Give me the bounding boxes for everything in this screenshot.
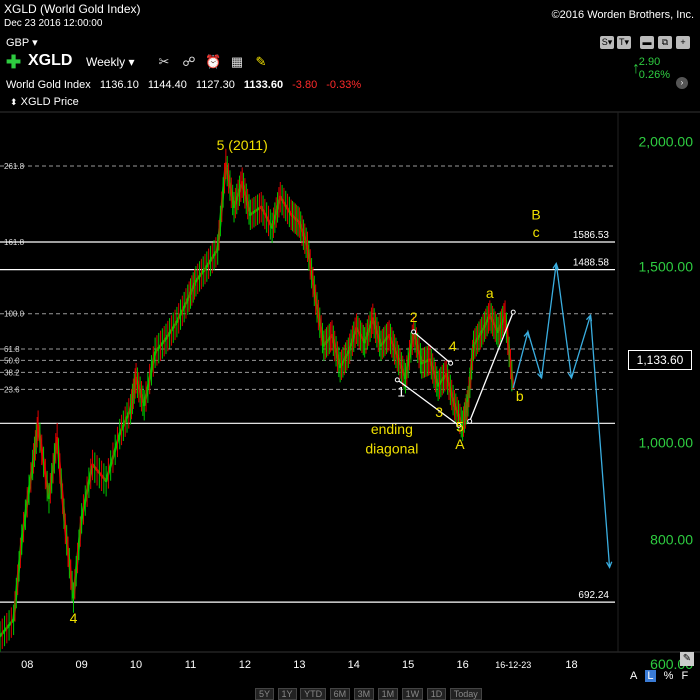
y-tick-label: 1,000.00 [639, 434, 694, 450]
fib-label: 100.0 [4, 310, 25, 319]
diagonal-anchor [394, 377, 400, 383]
scale-percent-button[interactable]: % [664, 670, 674, 682]
x-tick-label: 15 [402, 659, 414, 671]
fib-label: 50.0 [4, 356, 20, 365]
range-ytd[interactable]: YTD [300, 688, 327, 700]
last-price-box: 1,133.60 [628, 350, 692, 370]
wave-label: 4 [70, 610, 78, 626]
x-tick-label: 10 [130, 659, 142, 671]
x-tick-label: 18 [565, 659, 577, 671]
range-buttons: 5Y 1Y YTD 6M 3M 1M 1W 1D Today [255, 688, 483, 700]
x-tick-label: 12 [239, 659, 251, 671]
range-today[interactable]: Today [449, 688, 482, 700]
price-chart[interactable]: 261.8161.8100.061.850.038.223.61586.5314… [0, 0, 700, 700]
y-tick-label: 1,500.00 [639, 258, 694, 274]
wave-label: b [516, 388, 524, 404]
x-tick-label: 16-12-23 [495, 660, 531, 670]
level-label: 1488.58 [573, 258, 610, 269]
range-3m[interactable]: 3M [353, 688, 375, 700]
range-6m[interactable]: 6M [329, 688, 351, 700]
range-1d[interactable]: 1D [426, 688, 447, 700]
x-tick-label: 13 [293, 659, 305, 671]
x-tick-label: 09 [76, 659, 88, 671]
y-tick-label: 2,000.00 [639, 133, 694, 149]
wave-label: 3 [435, 404, 443, 420]
x-tick-label: 11 [185, 659, 196, 671]
x-tick-label: 14 [348, 659, 360, 671]
wave-label: diagonal [365, 440, 418, 456]
diagonal-anchor [411, 329, 417, 335]
range-1y[interactable]: 1Y [277, 688, 297, 700]
range-5y[interactable]: 5Y [255, 688, 275, 700]
y-tick-label: 800.00 [650, 531, 693, 547]
wave-label: c [533, 224, 540, 240]
wave-label: 5 (2011) [217, 137, 268, 153]
scale-auto-button[interactable]: A [630, 670, 637, 682]
forecast-path [512, 263, 611, 568]
diagonal-anchor [448, 360, 454, 366]
diagonal-anchor [510, 309, 516, 315]
fib-label: 23.6 [4, 385, 20, 394]
diagonal-anchor [467, 418, 473, 424]
wave-label: 1 [397, 383, 405, 399]
pencil-icon[interactable]: ✎ [680, 652, 694, 666]
x-tick-label: 16 [456, 659, 468, 671]
wave-label: B [531, 207, 540, 223]
wave-label: 2 [410, 309, 418, 325]
fib-label: 61.8 [4, 345, 20, 354]
wave-label: 4 [449, 338, 457, 354]
scale-buttons: A L % F [630, 670, 693, 682]
level-label: 692.24 [578, 590, 609, 601]
wave-label: a [486, 285, 494, 301]
wave-label: ending [371, 421, 413, 437]
fib-label: 38.2 [4, 368, 20, 377]
range-1w[interactable]: 1W [401, 688, 424, 700]
fib-label: 261.8 [4, 162, 25, 171]
range-1m[interactable]: 1M [377, 688, 399, 700]
level-label: 1586.53 [573, 230, 610, 241]
wave-label: A [455, 436, 465, 452]
scale-log-button[interactable]: L [645, 670, 656, 682]
wave-label: 5 [456, 419, 464, 435]
scale-fit-button[interactable]: F [681, 670, 688, 682]
x-tick-label: 08 [21, 659, 33, 671]
